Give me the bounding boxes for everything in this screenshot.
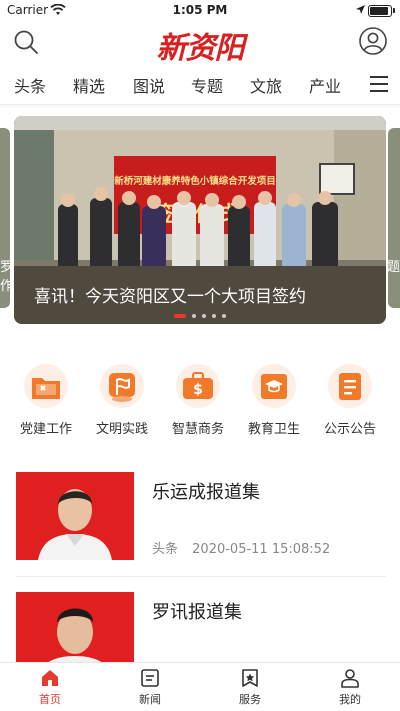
list-item[interactable]: 乐运成报道集 头条 2020-05-11 15:08:52 — [16, 472, 386, 577]
tab-industry[interactable]: 产业 — [309, 73, 341, 97]
bottom-tab-home[interactable]: 首页 — [0, 667, 100, 707]
user-account-button[interactable] — [358, 26, 388, 56]
category-grid: 党建工作 文明实践 $ 智慧商务 教育卫生 公示公告 — [0, 352, 400, 442]
bottom-tab-service[interactable]: 服务 — [200, 667, 300, 707]
hamburger-icon-bar — [370, 90, 388, 92]
category-public-notice[interactable]: 公示公告 — [312, 362, 388, 437]
app-header: 新资阳 — [0, 22, 400, 66]
location-arrow-icon — [355, 4, 366, 18]
category-label: 党建工作 — [19, 422, 72, 437]
banner-slide[interactable]: 新桥河建材康养特色小镇综合开发项目 签约仪式 喜讯！ — [14, 116, 386, 324]
previous-slide-peek-text: 罗 作 — [0, 260, 10, 294]
news-source: 头条 — [152, 542, 179, 557]
battery-icon — [368, 5, 392, 17]
hamburger-icon-bar — [370, 76, 388, 78]
bottom-tab-label: 服务 — [239, 693, 261, 706]
bottom-tab-label: 我的 — [339, 693, 361, 706]
news-thumbnail — [16, 472, 134, 560]
carousel-dot[interactable] — [212, 314, 216, 318]
bottom-tab-label: 新闻 — [139, 693, 161, 706]
carousel-dot[interactable] — [222, 314, 226, 318]
news-timestamp: 2020-05-11 15:08:52 — [192, 542, 331, 557]
category-party-building[interactable]: 党建工作 — [8, 362, 84, 437]
carousel-dot[interactable] — [192, 314, 196, 318]
banner-caption: 喜讯！今天资阳区又一个大项目签约 — [34, 287, 306, 307]
tab-topics[interactable]: 专题 — [191, 73, 223, 97]
graduation-book-icon — [250, 362, 298, 410]
category-label: 文明实践 — [95, 422, 148, 437]
carousel-indicator — [14, 314, 386, 318]
bottom-tab-label: 首页 — [39, 693, 61, 706]
news-meta: 头条 2020-05-11 15:08:52 — [152, 538, 330, 557]
notice-document-icon — [326, 362, 374, 410]
next-slide-peek-text: 题 — [388, 260, 400, 275]
channel-menu-button[interactable] — [370, 76, 388, 92]
hamburger-icon-bar — [370, 83, 388, 85]
service-bookmark-icon — [239, 667, 261, 689]
news-title: 乐运成报道集 — [152, 482, 260, 503]
briefcase-dollar-icon: $ — [174, 362, 222, 410]
bottom-tab-news[interactable]: 新闻 — [100, 667, 200, 707]
next-slide-peek[interactable]: 题 — [388, 128, 400, 308]
previous-slide-peek[interactable]: 罗 作 — [0, 128, 10, 308]
carousel-dot-active[interactable] — [174, 314, 186, 318]
news-title: 罗讯报道集 — [152, 602, 242, 623]
bottom-tab-profile[interactable]: 我的 — [300, 667, 400, 707]
category-civilization-practice[interactable]: 文明实践 — [84, 362, 160, 437]
civilization-flag-icon — [98, 362, 146, 410]
app-logo: 新资阳 — [156, 31, 245, 66]
tab-culture-tourism[interactable]: 文旅 — [250, 73, 282, 97]
category-label: 智慧商务 — [171, 422, 224, 437]
banner-carousel: 罗 作 题 新桥河建材康养特色小镇综合开发项目 签约仪式 — [0, 106, 400, 334]
status-bar: Carrier 1:05 PM — [0, 0, 400, 22]
user-icon — [359, 27, 387, 55]
channel-tabs: 头条 精选 图说 专题 文旅 产业 — [0, 64, 400, 105]
portrait-photo — [16, 472, 134, 560]
clock: 1:05 PM — [172, 3, 228, 17]
tab-featured[interactable]: 精选 — [73, 73, 105, 97]
category-label: 教育卫生 — [247, 422, 300, 437]
svg-text:$: $ — [193, 382, 203, 398]
category-education-health[interactable]: 教育卫生 — [236, 362, 312, 437]
battery-tip — [393, 8, 395, 13]
profile-icon — [339, 667, 361, 689]
news-icon — [139, 667, 161, 689]
category-smart-business[interactable]: $ 智慧商务 — [160, 362, 236, 437]
tab-photos[interactable]: 图说 — [133, 73, 165, 97]
backdrop-text: 新桥河建材康养特色小镇综合开发项目 — [114, 175, 276, 187]
tab-headlines[interactable]: 头条 — [14, 73, 46, 97]
party-flag-folder-icon — [22, 362, 70, 410]
carousel-dot[interactable] — [202, 314, 206, 318]
category-label: 公示公告 — [323, 422, 376, 437]
home-icon — [39, 667, 61, 689]
bottom-tab-bar: 首页 新闻 服务 我的 — [0, 662, 400, 711]
